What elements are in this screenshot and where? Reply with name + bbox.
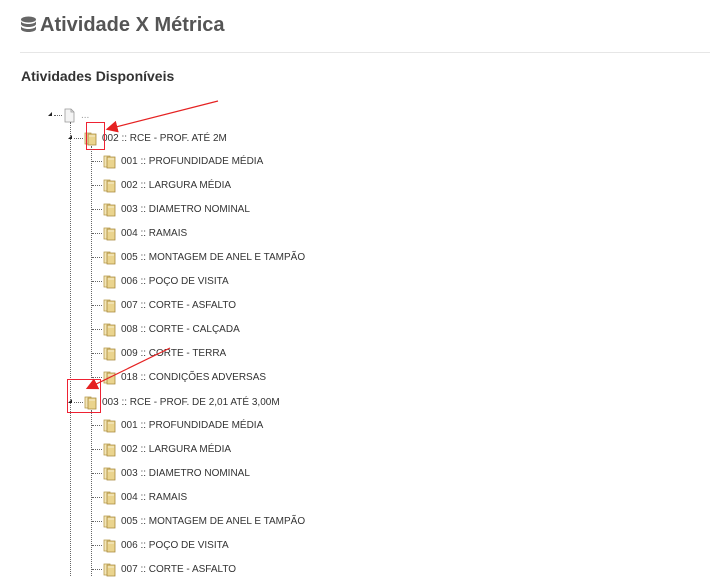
tree-leaf-label: 002 :: LARGURA MÉDIA — [121, 443, 232, 455]
tree-leaf-label: 006 :: POÇO DE VISITA — [121, 275, 229, 287]
tree-leaf-label: 006 :: POÇO DE VISITA — [121, 539, 229, 551]
folder-icon — [103, 371, 116, 384]
folder-icon — [103, 203, 116, 216]
tree-leaf-label: 009 :: CORTE - TERRA — [121, 347, 227, 359]
tree-connector — [92, 449, 102, 450]
tree-leaf[interactable]: 008 :: CORTE - CALÇADA — [102, 319, 240, 339]
tree-connector — [92, 209, 102, 210]
tree-leaf[interactable]: 007 :: CORTE - ASFALTO — [102, 559, 236, 579]
highlight-box — [86, 122, 105, 150]
tree-connector — [70, 122, 71, 576]
tree-leaf-label: 007 :: CORTE - ASFALTO — [121, 563, 237, 575]
folder-icon — [103, 299, 116, 312]
header-divider — [20, 52, 710, 53]
folder-icon — [103, 563, 116, 576]
tree-connector — [74, 138, 83, 139]
tree-connector — [91, 146, 92, 378]
folder-icon — [103, 515, 116, 528]
tree-leaf-label: 001 :: PROFUNDIDADE MÉDIA — [121, 419, 264, 431]
tree-connector — [92, 161, 102, 162]
tree-connector — [92, 353, 102, 354]
tree-leaf-label: 001 :: PROFUNDIDADE MÉDIA — [121, 155, 264, 167]
tree-connector — [92, 473, 102, 474]
tree-leaf[interactable]: 006 :: POÇO DE VISITA — [102, 535, 229, 555]
tree-root-label: ... — [81, 109, 90, 121]
tree-connector — [92, 545, 102, 546]
tree-leaf[interactable]: 007 :: CORTE - ASFALTO — [102, 295, 236, 315]
folder-icon — [103, 251, 116, 264]
tree-connector — [92, 329, 102, 330]
tree-leaf[interactable]: 006 :: POÇO DE VISITA — [102, 271, 229, 291]
page-title: Atividade X Métrica — [40, 13, 225, 36]
tree-connector — [54, 115, 62, 116]
tree-leaf-label: 007 :: CORTE - ASFALTO — [121, 299, 237, 311]
tree-connector — [92, 281, 102, 282]
tree-leaf[interactable]: 004 :: RAMAIS — [102, 223, 187, 243]
tree-connector — [92, 305, 102, 306]
section-title: Atividades Disponíveis — [21, 68, 175, 84]
expand-toggle[interactable] — [48, 112, 52, 116]
tree-leaf[interactable]: 002 :: LARGURA MÉDIA — [102, 175, 231, 195]
tree-connector — [92, 497, 102, 498]
tree-leaf-label: 004 :: RAMAIS — [121, 227, 188, 239]
folder-icon — [103, 467, 116, 480]
tree-leaf-label: 008 :: CORTE - CALÇADA — [121, 323, 240, 335]
tree-connector — [92, 185, 102, 186]
folder-icon — [103, 347, 116, 360]
tree-leaf[interactable]: 001 :: PROFUNDIDADE MÉDIA — [102, 151, 263, 171]
document-icon — [64, 108, 75, 122]
annotation-arrow — [105, 100, 219, 133]
tree-leaf[interactable]: 001 :: PROFUNDIDADE MÉDIA — [102, 415, 263, 435]
tree-connector — [92, 425, 102, 426]
page-header: Atividade X Métrica — [20, 10, 225, 40]
tree-leaf[interactable]: 005 :: MONTAGEM DE ANEL E TAMPÃO — [102, 247, 305, 267]
tree-connector — [92, 569, 102, 570]
folder-icon — [103, 419, 116, 432]
tree-connector — [92, 257, 102, 258]
folder-icon — [103, 179, 116, 192]
tree-connector — [91, 410, 92, 576]
tree-leaf[interactable]: 009 :: CORTE - TERRA — [102, 343, 226, 363]
tree-connector — [92, 377, 102, 378]
tree-leaf[interactable]: 005 :: MONTAGEM DE ANEL E TAMPÃO — [102, 511, 305, 531]
tree-leaf-label: 005 :: MONTAGEM DE ANEL E TAMPÃO — [121, 251, 306, 263]
tree-leaf-label: 003 :: DIAMETRO NOMINAL — [121, 467, 250, 479]
tree-leaf-label: 004 :: RAMAIS — [121, 491, 188, 503]
tree-group-label: 002 :: RCE - PROF. ATÉ 2M — [102, 132, 227, 144]
tree-leaf-label: 003 :: DIAMETRO NOMINAL — [121, 203, 250, 215]
folder-icon — [103, 443, 116, 456]
tree-leaf[interactable]: 003 :: DIAMETRO NOMINAL — [102, 463, 250, 483]
tree-group[interactable]: 003 :: RCE - PROF. DE 2,01 ATÉ 3,00M — [83, 392, 280, 412]
tree-leaf[interactable]: 004 :: RAMAIS — [102, 487, 187, 507]
database-icon — [21, 16, 36, 32]
tree-leaf[interactable]: 002 :: LARGURA MÉDIA — [102, 439, 231, 459]
tree-leaf[interactable]: 003 :: DIAMETRO NOMINAL — [102, 199, 250, 219]
folder-icon — [103, 539, 116, 552]
folder-icon — [103, 155, 116, 168]
tree-group-label: 003 :: RCE - PROF. DE 2,01 ATÉ 3,00M — [102, 396, 280, 408]
tree-leaf-label: 005 :: MONTAGEM DE ANEL E TAMPÃO — [121, 515, 306, 527]
folder-icon — [103, 491, 116, 504]
tree-leaf[interactable]: 018 :: CONDIÇÕES ADVERSAS — [102, 367, 266, 387]
folder-icon — [103, 323, 116, 336]
tree-leaf-label: 018 :: CONDIÇÕES ADVERSAS — [121, 371, 267, 383]
tree-leaf-label: 002 :: LARGURA MÉDIA — [121, 179, 232, 191]
folder-icon — [103, 275, 116, 288]
tree-connector — [92, 521, 102, 522]
highlight-box — [67, 379, 101, 413]
tree-connector — [92, 233, 102, 234]
folder-icon — [103, 227, 116, 240]
expand-toggle[interactable] — [68, 135, 72, 139]
